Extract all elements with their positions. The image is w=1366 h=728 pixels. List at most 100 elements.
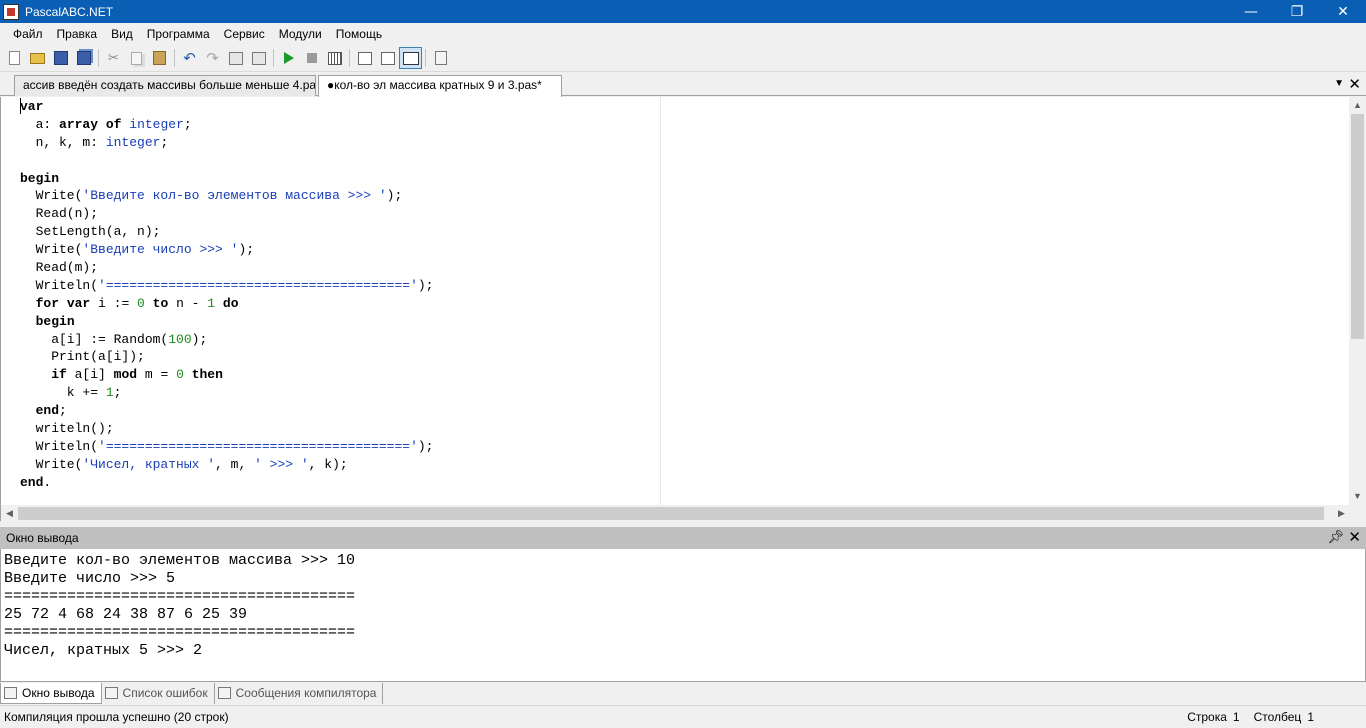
code-line: for var i := 0 to n - 1 do (20, 295, 433, 313)
code-token: Read(m); (20, 260, 99, 276)
calculator-icon (327, 51, 342, 65)
minimize-button[interactable]: — (1228, 0, 1274, 23)
output-line: 25 72 4 68 24 38 87 6 25 39 (4, 606, 248, 623)
code-token: for (35, 295, 60, 311)
tab-close-icon[interactable]: ✕ (1348, 75, 1361, 93)
stop-button[interactable] (300, 47, 323, 69)
code-token: i := (90, 295, 138, 311)
code-token: Print(a[i]); (20, 349, 145, 365)
code-token: SetLength(a, n); (20, 224, 161, 240)
menu-program[interactable]: Программа (140, 23, 217, 45)
code-token: Write( (20, 456, 83, 472)
code-token: to (152, 295, 169, 311)
document-button[interactable] (429, 47, 452, 69)
tab-error-list[interactable]: Список ошибок (102, 682, 215, 704)
tab-list-chevron-down-icon[interactable]: ▼ (1334, 78, 1344, 89)
code-token: a[i] (66, 367, 114, 383)
scroll-up-icon[interactable]: ▲ (1349, 97, 1366, 114)
code-editor[interactable]: var a: array of integer; n, k, m: intege… (0, 97, 1366, 522)
code-line: writeln(); (20, 420, 433, 438)
code-line: a: array of integer; (20, 116, 433, 134)
output-line: ======================================= (4, 588, 356, 605)
output-line: ======================================= (4, 624, 356, 641)
window-controls: — ❐ ✕ (1228, 0, 1366, 23)
save-button[interactable] (49, 47, 72, 69)
code-token: . (43, 474, 52, 490)
step-into-button[interactable] (376, 47, 399, 69)
vertical-scrollbar[interactable]: ▲ ▼ (1349, 97, 1366, 505)
maximize-button[interactable]: ❐ (1274, 0, 1320, 23)
menu-bar: Файл Правка Вид Программа Сервис Модули … (0, 23, 1366, 45)
document-icon (434, 51, 447, 65)
vertical-scroll-thumb[interactable] (1351, 114, 1364, 339)
horizontal-scroll-thumb[interactable] (18, 507, 1324, 520)
menu-modules[interactable]: Модули (272, 23, 329, 45)
menu-help[interactable]: Помощь (329, 23, 389, 45)
scroll-down-icon[interactable]: ▼ (1349, 488, 1366, 505)
code-line: begin (20, 313, 433, 331)
toolbar-separator (174, 49, 175, 67)
scroll-left-icon[interactable]: ◀ (1, 505, 18, 522)
new-file-button[interactable] (3, 47, 26, 69)
output-line: Чисел, кратных 5 >>> 2 (4, 642, 203, 659)
code-line: Writeln('===============================… (20, 438, 434, 456)
tab-errors-label: Список ошибок (122, 686, 208, 700)
close-panel-icon[interactable]: ✕ (1348, 528, 1361, 546)
menu-edit[interactable]: Правка (50, 23, 105, 45)
menu-view[interactable]: Вид (104, 23, 140, 45)
tab-compiler-messages[interactable]: Сообщения компилятора (215, 682, 384, 704)
save-all-button[interactable] (72, 47, 95, 69)
output-panel[interactable]: Введите кол-во элементов массива >>> 10 … (0, 549, 1366, 682)
code-token: , m, (215, 456, 255, 472)
pin-icon[interactable]: 📌︎ (1327, 529, 1344, 545)
paste-icon (153, 51, 166, 65)
step-into-icon (380, 51, 395, 65)
step-over-button[interactable] (353, 47, 376, 69)
horizontal-scrollbar[interactable]: ◀ ▶ (1, 505, 1350, 522)
undo-button[interactable]: ↶ (178, 47, 201, 69)
code-token: 1 (207, 295, 216, 311)
text-caret (20, 98, 21, 114)
window-title: PascalABC.NET (25, 4, 114, 19)
code-text: var a: array of integer; n, k, m: intege… (20, 98, 433, 492)
copy-button[interactable] (125, 47, 148, 69)
code-token: integer (129, 116, 184, 132)
code-line: end; (20, 402, 433, 420)
menu-file[interactable]: Файл (6, 23, 50, 45)
calculator-button[interactable] (323, 47, 346, 69)
code-token: Write( (20, 188, 83, 204)
code-token: Write( (20, 242, 83, 258)
generate-button[interactable] (224, 47, 247, 69)
open-folder-icon (30, 52, 45, 64)
format-button[interactable] (247, 47, 270, 69)
open-button[interactable] (26, 47, 49, 69)
cut-button[interactable]: ✂ (102, 47, 125, 69)
code-line: Read(m); (20, 259, 433, 277)
tab-file-1[interactable]: ассив введён создать массивы больше мень… (14, 75, 316, 96)
redo-button[interactable]: ↷ (201, 47, 224, 69)
toolbar-separator (425, 49, 426, 67)
code-line: k += 1; (20, 384, 433, 402)
redo-icon: ↷ (206, 49, 219, 67)
bottom-tabs: Окно вывода Список ошибок Сообщения комп… (0, 682, 1366, 704)
run-button[interactable] (277, 47, 300, 69)
paste-button[interactable] (148, 47, 171, 69)
code-token: a[i] := Random( (20, 331, 169, 347)
tab-file-2[interactable]: ●кол-во эл массива кратных 9 и 3.pas* (318, 75, 562, 97)
save-icon (53, 51, 68, 65)
code-token: , k); (308, 456, 348, 472)
code-token: writeln(); (20, 421, 114, 437)
code-token: 'Чисел, кратных ' (82, 456, 216, 472)
scroll-right-icon[interactable]: ▶ (1333, 505, 1350, 522)
menu-service[interactable]: Сервис (217, 23, 272, 45)
tab-output-window[interactable]: Окно вывода (0, 682, 102, 704)
output-window-icon (4, 686, 17, 699)
close-window-button[interactable]: ✕ (1320, 0, 1366, 23)
console-button[interactable] (399, 47, 422, 69)
scrollbar-corner (1349, 505, 1366, 522)
compiler-messages-icon (217, 687, 231, 699)
code-token: 0 (176, 367, 184, 383)
